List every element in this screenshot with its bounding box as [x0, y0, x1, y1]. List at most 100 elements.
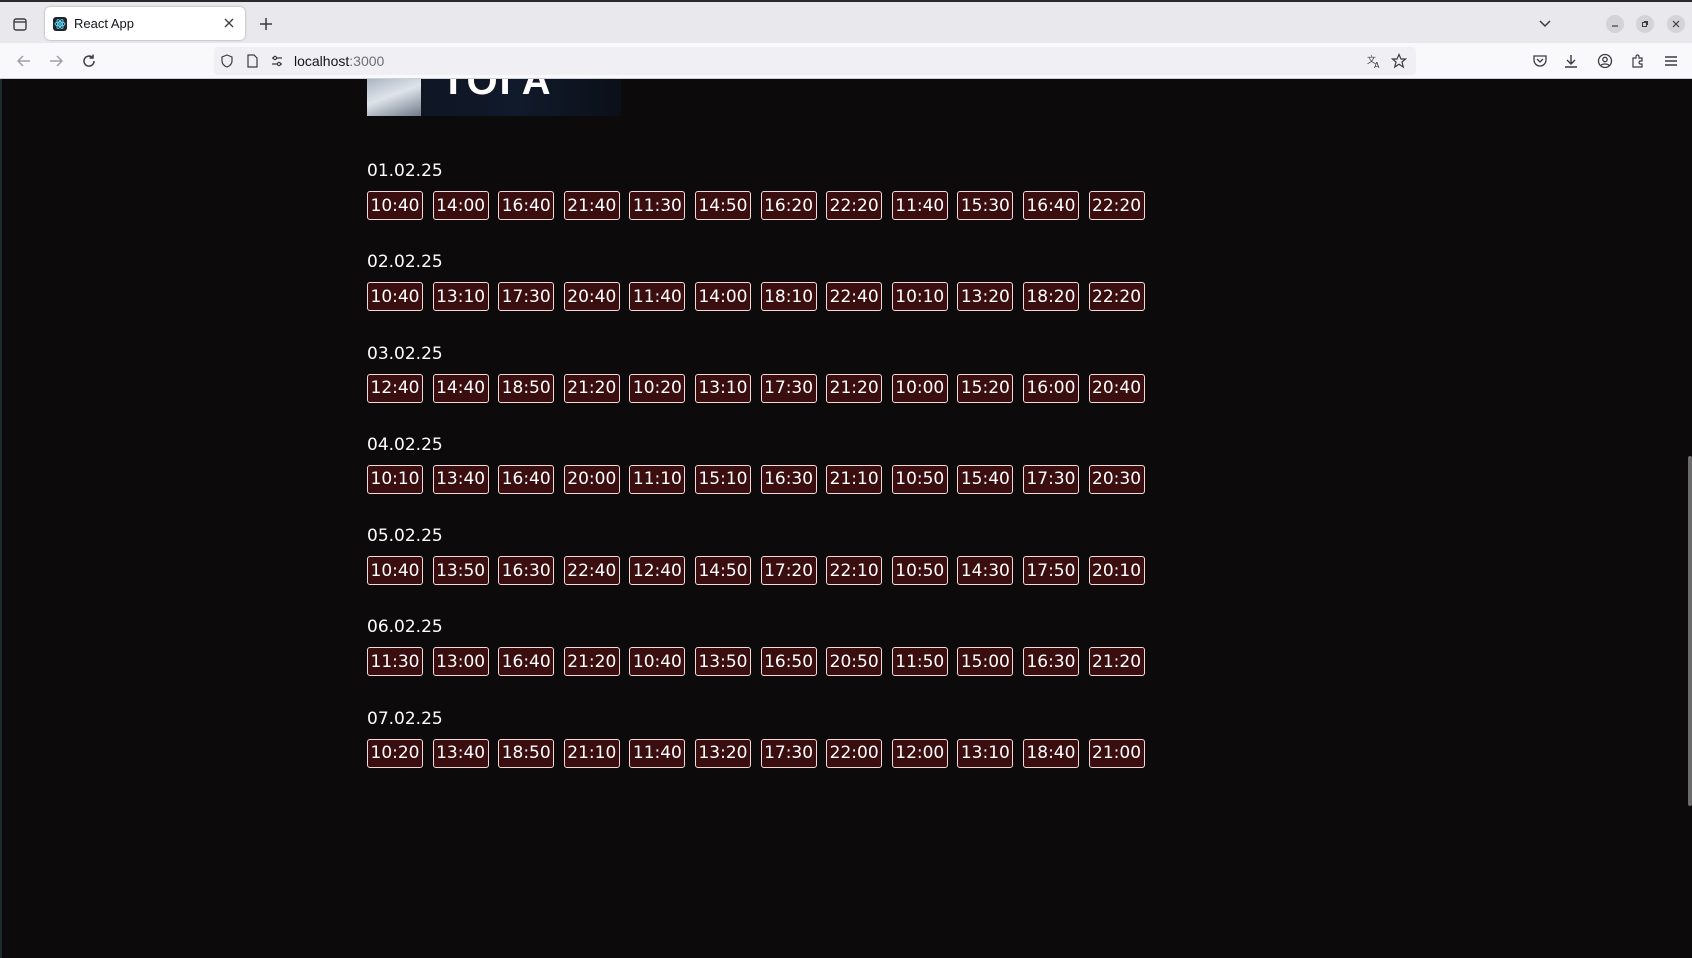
- showtime-button[interactable]: 12:40: [367, 373, 423, 403]
- showtime-button[interactable]: 11:40: [629, 738, 686, 768]
- showtime-button[interactable]: 13:50: [432, 556, 489, 586]
- showtime-button[interactable]: 15:10: [694, 464, 751, 494]
- showtime-button[interactable]: 22:10: [826, 556, 883, 586]
- showtime-button[interactable]: 16:30: [760, 464, 817, 494]
- showtime-button[interactable]: 13:10: [694, 373, 751, 403]
- showtime-button[interactable]: 20:40: [563, 282, 620, 312]
- showtime-button[interactable]: 17:30: [760, 373, 817, 403]
- close-tab-icon[interactable]: [222, 16, 236, 30]
- showtime-button[interactable]: 11:40: [629, 282, 686, 312]
- showtime-button[interactable]: 10:10: [891, 282, 948, 312]
- address-bar[interactable]: localhost:3000 文A: [214, 47, 1416, 75]
- showtime-button[interactable]: 10:00: [891, 373, 948, 403]
- showtime-button[interactable]: 13:20: [694, 738, 751, 768]
- showtime-button[interactable]: 12:00: [891, 738, 948, 768]
- showtime-button[interactable]: 14:00: [694, 282, 751, 312]
- showtime-button[interactable]: 10:10: [367, 464, 423, 494]
- translate-icon[interactable]: 文A: [1365, 52, 1383, 70]
- showtime-button[interactable]: 17:20: [760, 556, 817, 586]
- showtime-button[interactable]: 21:20: [1088, 647, 1145, 677]
- showtime-button[interactable]: 12:40: [629, 556, 686, 586]
- showtime-button[interactable]: 18:10: [760, 282, 817, 312]
- new-tab-icon[interactable]: [256, 14, 276, 34]
- showtime-button[interactable]: 16:40: [1022, 191, 1079, 220]
- downloads-icon[interactable]: [1561, 51, 1581, 71]
- showtime-button[interactable]: 18:50: [498, 738, 555, 768]
- showtime-button[interactable]: 22:20: [1088, 191, 1145, 220]
- bookmark-star-icon[interactable]: [1390, 52, 1408, 70]
- showtime-button[interactable]: 13:10: [432, 282, 489, 312]
- showtime-button[interactable]: 22:20: [826, 191, 883, 220]
- showtime-button[interactable]: 16:40: [498, 647, 555, 677]
- showtime-button[interactable]: 21:00: [1088, 738, 1145, 768]
- showtime-button[interactable]: 17:50: [1022, 556, 1079, 586]
- pocket-icon[interactable]: [1530, 51, 1550, 71]
- showtime-button[interactable]: 18:50: [498, 373, 555, 403]
- showtime-button[interactable]: 13:40: [432, 738, 489, 768]
- showtime-button[interactable]: 21:20: [563, 373, 620, 403]
- showtime-button[interactable]: 14:00: [432, 191, 489, 220]
- showtime-button[interactable]: 15:20: [957, 373, 1014, 403]
- showtime-button[interactable]: 16:40: [498, 191, 555, 220]
- showtime-button[interactable]: 18:40: [1022, 738, 1079, 768]
- showtime-button[interactable]: 21:20: [826, 373, 883, 403]
- showtime-button[interactable]: 20:50: [826, 647, 883, 677]
- showtime-button[interactable]: 13:20: [957, 282, 1014, 312]
- showtime-button[interactable]: 11:10: [629, 464, 686, 494]
- showtime-button[interactable]: 10:20: [629, 373, 686, 403]
- showtime-button[interactable]: 14:50: [694, 556, 751, 586]
- showtime-button[interactable]: 22:00: [826, 738, 883, 768]
- showtime-button[interactable]: 15:30: [957, 191, 1014, 220]
- forward-icon[interactable]: [46, 51, 66, 71]
- showtime-button[interactable]: 14:50: [694, 191, 751, 220]
- showtime-button[interactable]: 16:20: [760, 191, 817, 220]
- account-icon[interactable]: [1595, 51, 1615, 71]
- showtime-button[interactable]: 21:10: [563, 738, 620, 768]
- showtime-button[interactable]: 20:40: [1088, 373, 1145, 403]
- showtime-button[interactable]: 14:40: [432, 373, 489, 403]
- showtime-button[interactable]: 11:30: [367, 647, 423, 677]
- extensions-icon[interactable]: [1628, 51, 1648, 71]
- showtime-button[interactable]: 16:40: [498, 464, 555, 494]
- showtime-button[interactable]: 17:30: [760, 738, 817, 768]
- shield-icon[interactable]: [218, 52, 236, 70]
- showtime-button[interactable]: 20:00: [563, 464, 620, 494]
- menu-icon[interactable]: [1661, 51, 1681, 71]
- page-icon[interactable]: [243, 52, 261, 70]
- showtime-button[interactable]: 10:40: [367, 191, 423, 220]
- showtime-button[interactable]: 21:40: [563, 191, 620, 220]
- showtime-button[interactable]: 10:40: [367, 282, 423, 312]
- showtime-button[interactable]: 17:30: [498, 282, 555, 312]
- reload-icon[interactable]: [79, 51, 99, 71]
- showtime-button[interactable]: 22:40: [826, 282, 883, 312]
- browser-tab[interactable]: React App: [45, 7, 245, 40]
- tab-list-icon[interactable]: [10, 14, 30, 34]
- showtime-button[interactable]: 15:00: [957, 647, 1014, 677]
- showtime-button[interactable]: 10:50: [891, 556, 948, 586]
- showtime-button[interactable]: 11:50: [891, 647, 948, 677]
- showtime-button[interactable]: 13:50: [694, 647, 751, 677]
- showtime-button[interactable]: 17:30: [1022, 464, 1079, 494]
- showtime-button[interactable]: 10:50: [891, 464, 948, 494]
- showtime-button[interactable]: 10:40: [629, 647, 686, 677]
- list-all-tabs-icon[interactable]: [1536, 15, 1554, 33]
- showtime-button[interactable]: 22:40: [563, 556, 620, 586]
- showtime-button[interactable]: 13:10: [957, 738, 1014, 768]
- showtime-button[interactable]: 18:20: [1022, 282, 1079, 312]
- showtime-button[interactable]: 10:20: [367, 738, 423, 768]
- showtime-button[interactable]: 16:30: [498, 556, 555, 586]
- showtime-button[interactable]: 14:30: [957, 556, 1014, 586]
- showtime-button[interactable]: 16:50: [760, 647, 817, 677]
- page-scrollbar[interactable]: [1688, 456, 1692, 806]
- showtime-button[interactable]: 21:20: [563, 647, 620, 677]
- showtime-button[interactable]: 11:40: [891, 191, 948, 220]
- showtime-button[interactable]: 11:30: [629, 191, 686, 220]
- close-window-icon[interactable]: [1667, 15, 1685, 33]
- showtime-button[interactable]: 16:00: [1022, 373, 1079, 403]
- showtime-button[interactable]: 10:40: [367, 556, 423, 586]
- restore-icon[interactable]: [1636, 15, 1654, 33]
- showtime-button[interactable]: 13:00: [432, 647, 489, 677]
- showtime-button[interactable]: 21:10: [826, 464, 883, 494]
- showtime-button[interactable]: 15:40: [957, 464, 1014, 494]
- showtime-button[interactable]: 22:20: [1088, 282, 1145, 312]
